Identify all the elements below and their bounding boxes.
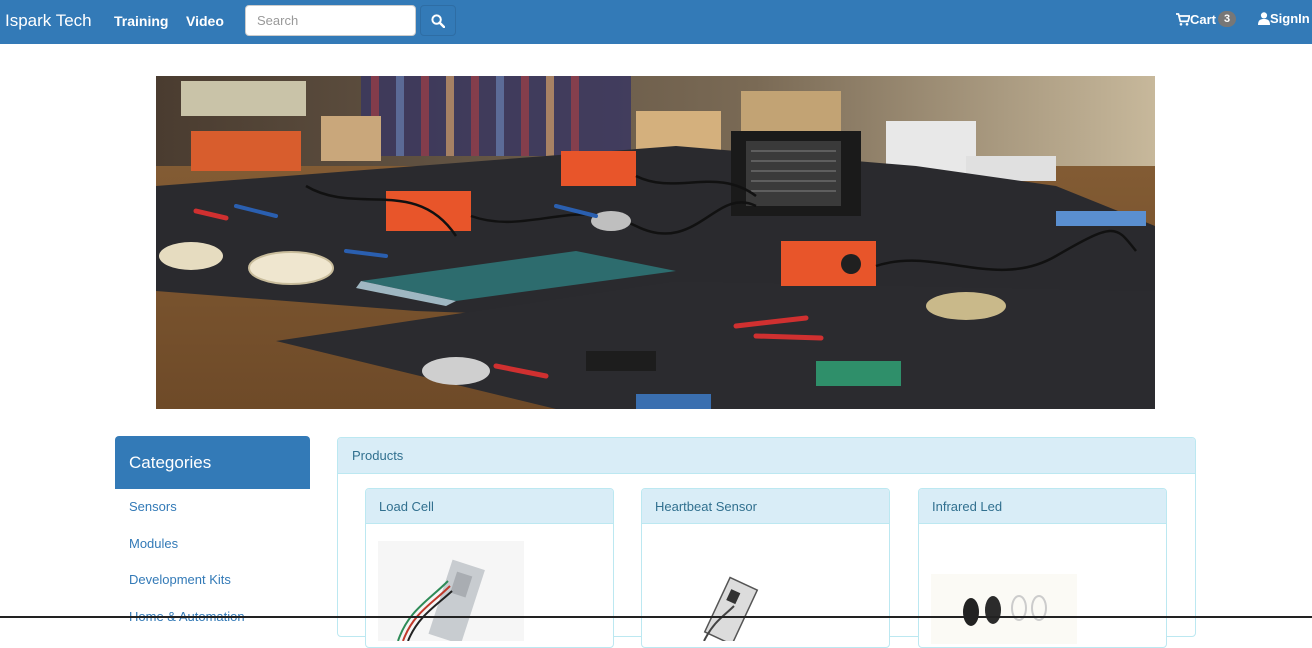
search-icon — [431, 13, 445, 28]
product-card-heartbeat-sensor[interactable]: Heartbeat Sensor — [641, 488, 890, 648]
user-icon — [1258, 12, 1270, 25]
product-card-load-cell[interactable]: Load Cell — [365, 488, 614, 648]
load-cell-image[interactable] — [378, 541, 524, 641]
nav-training-link[interactable]: Training — [114, 13, 168, 29]
product-card-infrared-led[interactable]: Infrared Led — [918, 488, 1167, 648]
nav-video-link[interactable]: Video — [186, 13, 224, 29]
cart-count-badge: 3 — [1218, 11, 1237, 27]
cart-label: Cart — [1190, 11, 1217, 27]
heartbeat-sensor-image[interactable] — [654, 541, 800, 641]
brand-link[interactable]: Ispark Tech — [5, 11, 92, 31]
category-sensors[interactable]: Sensors — [115, 489, 310, 526]
products-panel: Products Load Cell Heartbeat Sensor Infr… — [337, 437, 1196, 648]
product-title[interactable]: Load Cell — [366, 489, 613, 524]
categories-list: Sensors Modules Development Kits Home & … — [115, 489, 310, 635]
category-development-kits[interactable]: Development Kits — [115, 562, 310, 599]
infrared-led-image[interactable] — [931, 574, 1077, 644]
signin-label: SignIn — [1270, 11, 1310, 26]
search-button[interactable] — [420, 5, 456, 36]
shopping-cart-icon — [1176, 12, 1190, 26]
top-navbar: Ispark Tech Training Video Cart 3 SignIn — [0, 0, 1312, 44]
cart-link[interactable]: Cart 3 — [1176, 11, 1237, 27]
product-title[interactable]: Heartbeat Sensor — [642, 489, 889, 524]
product-title[interactable]: Infrared Led — [919, 489, 1166, 524]
products-heading: Products — [338, 438, 1195, 474]
category-modules[interactable]: Modules — [115, 526, 310, 563]
hero-banner-image — [156, 76, 1155, 409]
signin-link[interactable]: SignIn — [1258, 11, 1310, 26]
search-input[interactable] — [245, 5, 416, 36]
categories-header: Categories — [115, 436, 310, 489]
